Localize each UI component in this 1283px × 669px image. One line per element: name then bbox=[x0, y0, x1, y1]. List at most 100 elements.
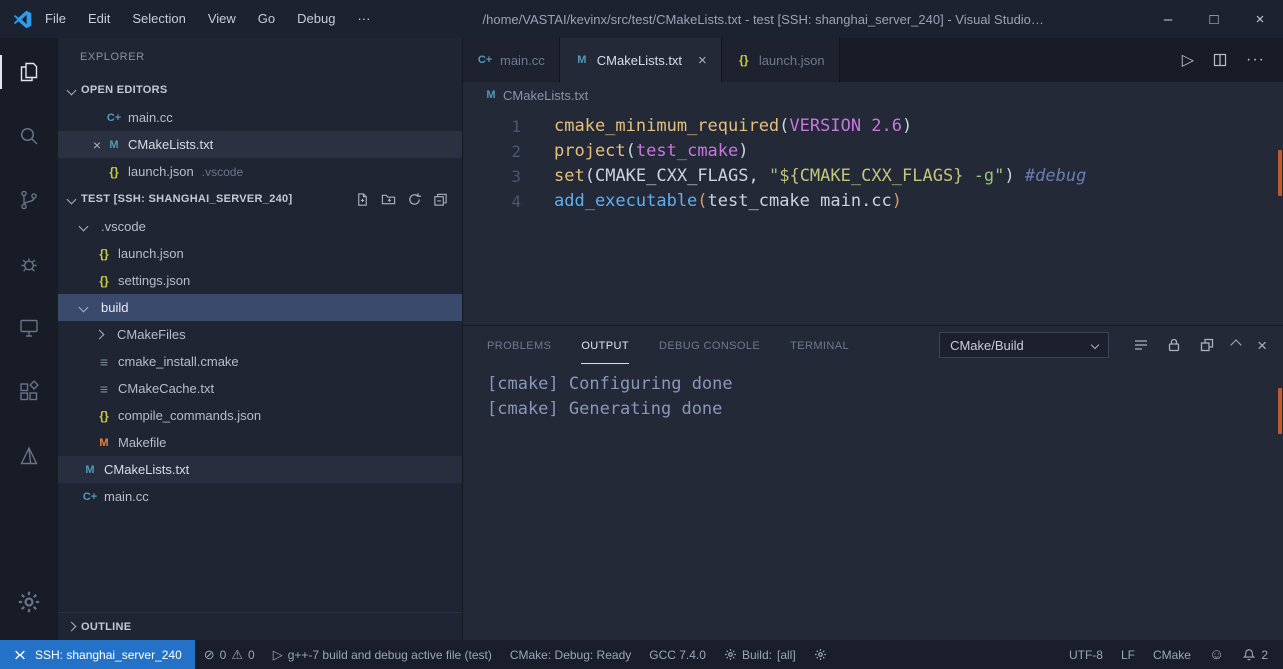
sidebar-empty-space bbox=[58, 510, 462, 612]
overview-ruler-marker bbox=[1278, 150, 1282, 196]
close-panel-icon[interactable]: × bbox=[1257, 337, 1267, 354]
tree-item-label: main.cc bbox=[104, 489, 149, 504]
manage-gear-icon[interactable] bbox=[0, 576, 58, 628]
minimize-icon[interactable]: – bbox=[1145, 0, 1191, 38]
tree-item[interactable]: {} settings.json bbox=[58, 267, 462, 294]
menu-item[interactable]: File bbox=[34, 0, 77, 38]
tree-item[interactable]: C+ main.cc bbox=[58, 483, 462, 510]
source-control-icon[interactable] bbox=[0, 174, 58, 226]
run-and-debug-icon[interactable] bbox=[0, 238, 58, 290]
menu-item[interactable]: View bbox=[197, 0, 247, 38]
file-name: launch.json bbox=[128, 164, 194, 179]
cmake-status-label: CMake: Debug: Ready bbox=[509, 647, 632, 662]
menu-item[interactable]: Edit bbox=[77, 0, 121, 38]
line-text: project(test_cmake) bbox=[554, 141, 749, 161]
tree-item[interactable]: ≡ CMakeCache.txt bbox=[58, 375, 462, 402]
remote-explorer-icon[interactable] bbox=[0, 302, 58, 354]
file-type-icon: C+ bbox=[106, 111, 122, 124]
tree-item[interactable]: M Makefile bbox=[58, 429, 462, 456]
problems-status[interactable]: ⊘ 0 ⚠ 0 bbox=[195, 640, 264, 669]
tree-item-label: compile_commands.json bbox=[118, 408, 262, 423]
refresh-icon[interactable] bbox=[407, 192, 422, 207]
new-folder-icon[interactable] bbox=[381, 192, 396, 207]
tab-launch-json[interactable]: {} launch.json bbox=[721, 38, 840, 82]
remote-indicator[interactable]: SSH: shanghai_server_240 bbox=[0, 640, 195, 669]
extensions-icon[interactable] bbox=[0, 366, 58, 418]
split-editor-icon[interactable] bbox=[1212, 52, 1228, 68]
file-type-icon: ≡ bbox=[99, 380, 109, 397]
tree-item[interactable]: CMakeFiles bbox=[58, 321, 462, 348]
output-console[interactable]: [cmake] Configuring done [cmake] Generati… bbox=[463, 364, 1283, 640]
maximize-icon[interactable]: □ bbox=[1191, 0, 1237, 38]
debug-target-button[interactable] bbox=[805, 640, 836, 669]
maximize-panel-icon[interactable] bbox=[1230, 339, 1242, 351]
gear-icon bbox=[724, 648, 737, 661]
line-text: cmake_minimum_required(VERSION 2.6) bbox=[554, 116, 913, 136]
menu-item[interactable]: Go bbox=[247, 0, 286, 38]
bottom-panel: PROBLEMS OUTPUT DEBUG CONSOLE TERMINAL CMak… bbox=[463, 325, 1283, 640]
eol-status[interactable]: LF bbox=[1112, 640, 1144, 669]
language-label: CMake bbox=[1152, 647, 1191, 662]
feedback-smiley-icon[interactable]: ☺ bbox=[1200, 640, 1233, 669]
workspace-title: TEST [SSH: SHANGHAI_SERVER_240] bbox=[81, 193, 293, 205]
open-editor-item[interactable]: C+ main.cc bbox=[58, 104, 462, 131]
tab-cmakelists-txt[interactable]: M CMakeLists.txt × bbox=[559, 38, 722, 82]
menu-item[interactable]: ··· bbox=[346, 0, 381, 38]
tree-item[interactable]: M CMakeLists.txt bbox=[58, 456, 462, 483]
status-bar-right: UTF-8 LF CMake ☺ 2 bbox=[1060, 640, 1283, 669]
open-in-editor-icon[interactable] bbox=[1199, 337, 1215, 353]
explorer-icon[interactable] bbox=[0, 46, 58, 98]
new-file-icon[interactable] bbox=[355, 192, 370, 207]
compiler-label: GCC 7.4.0 bbox=[649, 647, 706, 662]
tree-item[interactable]: {} compile_commands.json bbox=[58, 402, 462, 429]
close-editor-icon[interactable]: × bbox=[88, 137, 106, 153]
run-file-icon[interactable]: ▷ bbox=[1182, 50, 1194, 70]
build-label: Build: bbox=[741, 647, 772, 662]
open-editor-item[interactable]: {} launch.json .vscode bbox=[58, 158, 462, 185]
language-mode-status[interactable]: CMake bbox=[1144, 640, 1200, 669]
panel-tab[interactable]: DEBUG CONSOLE bbox=[659, 326, 760, 364]
menu-item[interactable]: Selection bbox=[121, 0, 196, 38]
compiler-kit-status[interactable]: GCC 7.4.0 bbox=[640, 640, 715, 669]
cmake-status[interactable]: CMake: Debug: Ready bbox=[501, 640, 640, 669]
more-actions-icon[interactable]: ··· bbox=[1246, 51, 1265, 69]
notifications-bell[interactable]: 2 bbox=[1233, 640, 1277, 669]
output-channel-dropdown[interactable]: CMake/Build bbox=[939, 332, 1110, 358]
line-number: 3 bbox=[511, 167, 521, 186]
file-type-icon: M bbox=[486, 89, 496, 101]
collapse-all-icon[interactable] bbox=[433, 192, 448, 207]
open-editors-header[interactable]: OPEN EDITORS bbox=[58, 76, 462, 104]
workspace-tree-header[interactable]: TEST [SSH: SHANGHAI_SERVER_240] bbox=[58, 185, 462, 213]
breadcrumb[interactable]: M CMakeLists.txt bbox=[463, 82, 1283, 108]
tree-item[interactable]: {} launch.json bbox=[58, 240, 462, 267]
outline-header[interactable]: OUTLINE bbox=[58, 612, 462, 640]
tree-item[interactable]: .vscode bbox=[58, 213, 462, 240]
tab-main-cc[interactable]: C+ main.cc bbox=[463, 38, 560, 82]
panel-tab[interactable]: OUTPUT bbox=[581, 326, 629, 364]
tree-item[interactable]: ≡ cmake_install.cmake bbox=[58, 348, 462, 375]
scroll-lock-icon[interactable] bbox=[1166, 337, 1182, 353]
encoding-status[interactable]: UTF-8 bbox=[1060, 640, 1112, 669]
debug-launch-status[interactable]: ▷ g++-7 build and debug active file (tes… bbox=[264, 640, 501, 669]
open-editors-list: C+ main.cc × M CMakeLists.txt {} launch.… bbox=[58, 104, 462, 185]
warning-icon: ⚠ bbox=[231, 647, 244, 662]
tab-label: launch.json bbox=[758, 52, 825, 68]
chevron-down-icon bbox=[1090, 340, 1100, 350]
cmake-tools-icon[interactable] bbox=[0, 430, 58, 482]
panel-tab[interactable]: PROBLEMS bbox=[487, 326, 551, 364]
vscode-window: File Edit Selection View Go Debug ··· /home/VA… bbox=[0, 0, 1283, 669]
build-button[interactable]: Build: [all] bbox=[715, 640, 805, 669]
close-window-icon[interactable]: × bbox=[1237, 0, 1283, 38]
clear-output-icon[interactable] bbox=[1133, 337, 1149, 353]
code-editor[interactable]: 1 cmake_minimum_required(VERSION 2.6) 2 pr… bbox=[463, 108, 1283, 325]
error-icon: ⊘ bbox=[203, 647, 215, 662]
search-icon[interactable] bbox=[0, 110, 58, 162]
file-type-icon: {} bbox=[109, 164, 119, 179]
tree-item[interactable]: build bbox=[58, 294, 462, 321]
panel-tab[interactable]: TERMINAL bbox=[790, 326, 849, 364]
menu-item[interactable]: Debug bbox=[286, 0, 346, 38]
explorer-sidebar: EXPLORER OPEN EDITORS C+ main.cc × M CMa… bbox=[58, 38, 463, 640]
close-tab-icon[interactable]: × bbox=[698, 52, 707, 69]
bell-icon bbox=[1242, 648, 1256, 662]
open-editor-item[interactable]: × M CMakeLists.txt bbox=[58, 131, 462, 158]
